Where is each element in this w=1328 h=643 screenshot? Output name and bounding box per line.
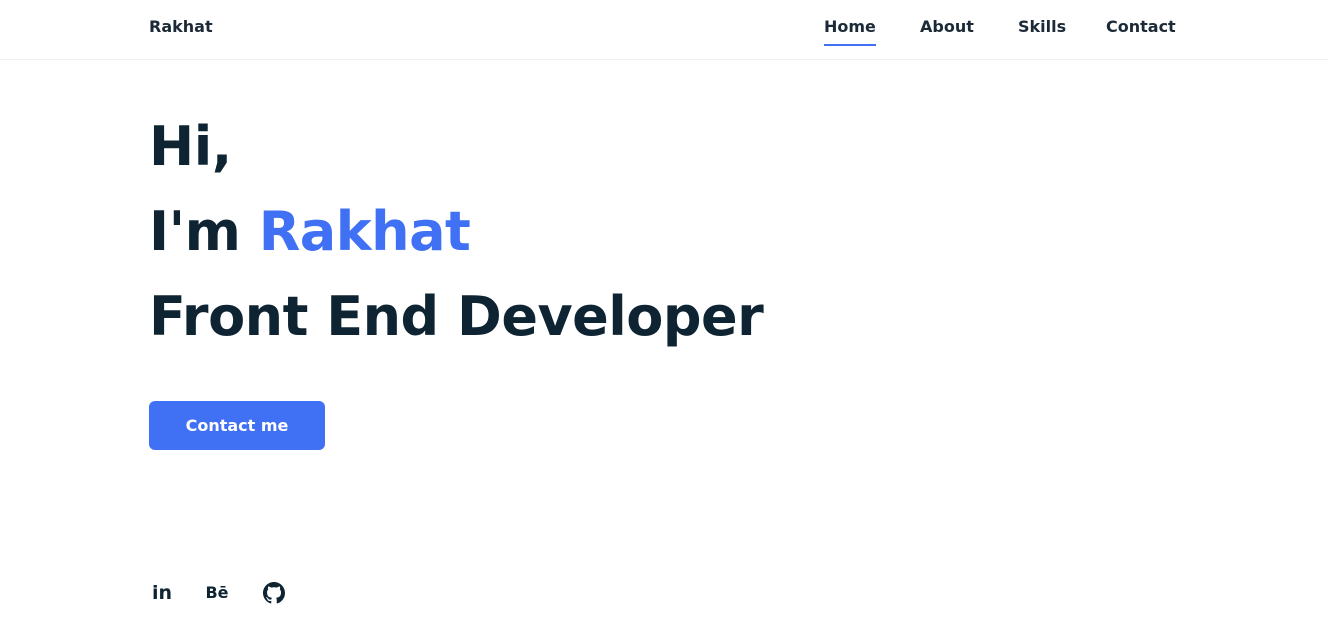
nav-link-contact[interactable]: Contact bbox=[1106, 17, 1176, 46]
linkedin-icon: in bbox=[151, 581, 173, 604]
hero-intro: I'm Rakhat bbox=[149, 189, 763, 274]
hero-role: Front End Developer bbox=[149, 285, 764, 348]
behance-link[interactable]: Bē bbox=[204, 580, 230, 606]
hero-name: Rakhat bbox=[258, 200, 471, 263]
site-header: Rakhat Home About Skills Contact bbox=[0, 0, 1328, 60]
nav-link-skills[interactable]: Skills bbox=[1018, 17, 1066, 46]
linkedin-link[interactable]: in bbox=[149, 580, 175, 606]
hero-greeting: Hi, bbox=[149, 115, 232, 178]
github-link[interactable] bbox=[261, 580, 287, 606]
hero-title: Hi, I'm Rakhat Front End Developer bbox=[149, 104, 764, 359]
github-icon bbox=[263, 582, 285, 604]
behance-icon: Bē bbox=[205, 583, 229, 602]
hero-intro-prefix: I'm bbox=[149, 200, 259, 263]
contact-me-button[interactable]: Contact me bbox=[149, 401, 325, 450]
nav-link-home[interactable]: Home bbox=[824, 17, 876, 46]
nav-link-about[interactable]: About bbox=[920, 17, 974, 46]
main-nav: Home About Skills Contact bbox=[0, 17, 1328, 51]
